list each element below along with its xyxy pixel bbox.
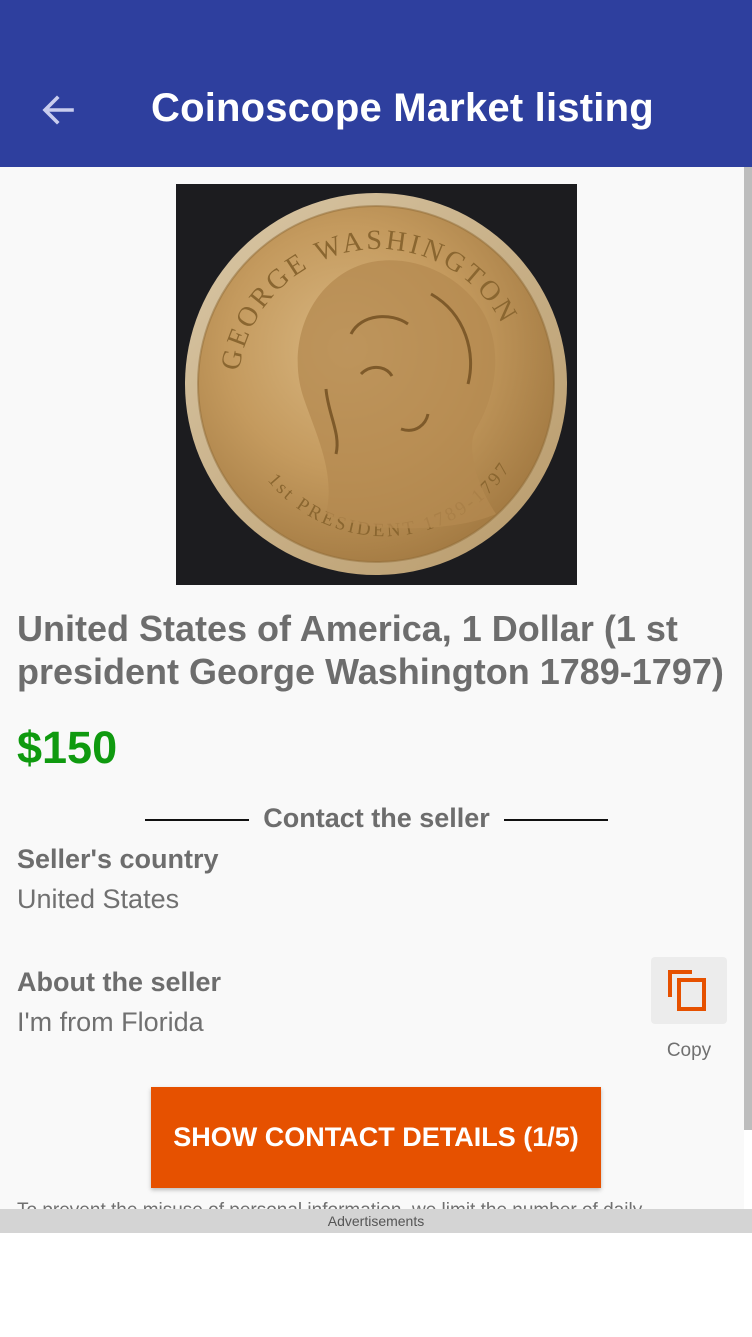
arrow-left-icon <box>42 95 74 125</box>
about-seller-value: I'm from Florida <box>17 1007 204 1037</box>
copy-label: Copy <box>666 1040 712 1061</box>
advertisements-label: Advertisements <box>0 1209 752 1233</box>
show-contact-details-button[interactable]: SHOW CONTACT DETAILS (1/5) <box>151 1087 601 1188</box>
contact-section-header: Contact the seller <box>145 803 608 839</box>
seller-country-value: United States <box>17 884 180 914</box>
coin-photo[interactable]: GEORGE WASHINGTON 1st PRESIDENT 1789-179… <box>176 184 577 585</box>
about-seller-label: About the seller <box>17 967 222 997</box>
app-bar: Coinoscope Market listing <box>0 0 752 167</box>
notice-text: To prevent the misuse of personal inform… <box>17 1200 737 1209</box>
copy-icon <box>668 969 706 1011</box>
ad-area[interactable] <box>0 1233 752 1337</box>
seller-country-label: Seller's country <box>17 844 219 874</box>
divider-line <box>504 819 608 821</box>
back-button[interactable] <box>26 80 90 140</box>
price: $150 <box>17 722 118 773</box>
listing-content[interactable]: GEORGE WASHINGTON 1st PRESIDENT 1789-179… <box>0 167 744 1209</box>
listing-title: United States of America, 1 Dollar (1 st… <box>17 608 724 692</box>
page-title: Coinoscope Market listing <box>151 86 654 130</box>
coin-image: GEORGE WASHINGTON 1st PRESIDENT 1789-179… <box>176 184 577 585</box>
contact-limit-notice: To prevent the misuse of personal inform… <box>17 1197 737 1209</box>
copy-button[interactable] <box>651 957 727 1024</box>
scrollbar[interactable] <box>744 167 752 1130</box>
